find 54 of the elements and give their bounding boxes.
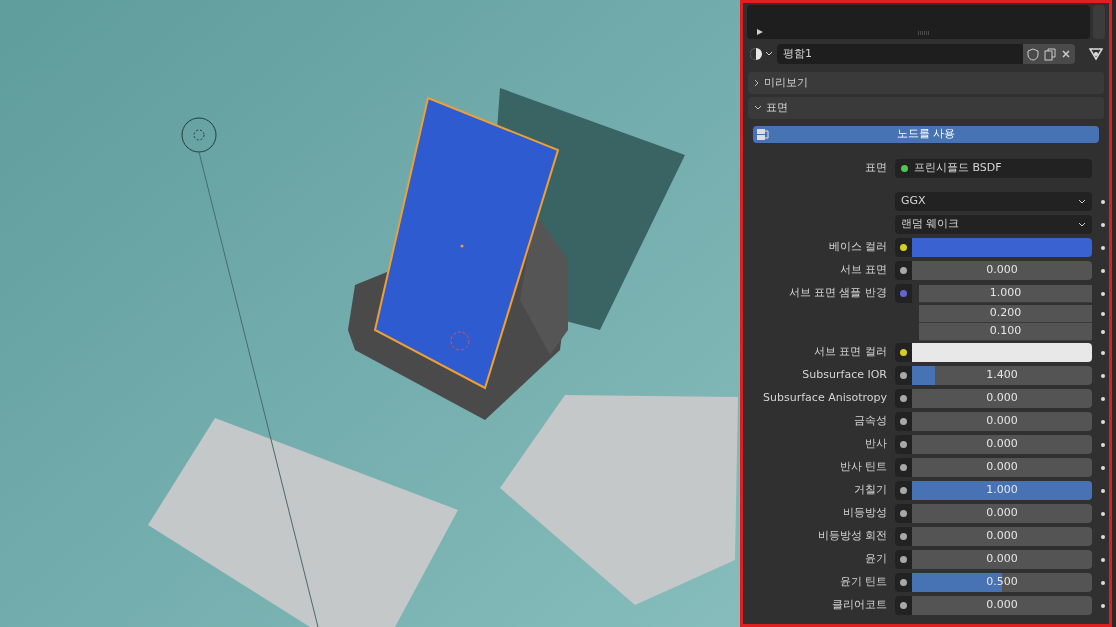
value-slider[interactable]: 0.000 [912,527,1092,546]
play-icon[interactable] [757,29,763,35]
section-header[interactable]: 미리보기 [748,72,1104,94]
chevron-down-icon [754,105,762,111]
property-label: 윤기 틴트 [838,574,887,591]
node-icon [756,128,770,141]
value-slider[interactable]: 0.000 [912,261,1092,280]
node-tree-icon[interactable] [1089,47,1103,61]
chevron-right-icon [754,79,760,87]
value-slider[interactable]: 1.000 [912,481,1092,500]
property-label: 거칠기 [853,482,887,499]
value-slider[interactable]: 0.000 [912,596,1092,615]
grip-icon[interactable] [918,31,930,35]
property-label: 반사 [864,436,887,453]
value-slider[interactable]: 0.000 [912,550,1092,569]
property-label: 표면 [864,160,887,177]
light-icon [181,117,217,153]
chevron-down-icon [1078,221,1086,228]
property-label: 베이스 컬러 [827,239,887,256]
color-swatch[interactable] [912,343,1092,362]
property-label: 서브 표면 [838,262,887,279]
property-label: 서브 표면 컬러 [813,344,887,361]
shader-field[interactable]: 프린시플드 BSDF [895,159,1092,178]
section-header[interactable]: 표면 [748,97,1104,119]
value-slider[interactable]: 0.000 [912,389,1092,408]
property-label: 비등방성 [842,505,887,522]
property-label: 클리어코트 [831,597,887,614]
property-label: 서브 표면 샘플 반경 [787,285,887,302]
use-nodes-button[interactable]: 노드를 사용 [753,126,1099,143]
dropdown[interactable]: GGX [895,192,1092,211]
material-name: 평함1 [783,45,812,62]
property-label: 윤기 [864,551,887,568]
close-icon[interactable] [1061,49,1071,59]
vector-field[interactable]: 0.100 [919,323,1092,341]
value-slider[interactable]: 0.000 [912,435,1092,454]
shield-icon[interactable] [1027,47,1039,61]
material-sphere-icon[interactable] [749,47,773,61]
chevron-down-icon [1078,198,1086,205]
vector-field[interactable]: 1.000 [919,284,1092,303]
color-swatch[interactable] [912,238,1092,257]
value-slider[interactable]: 0.000 [912,458,1092,477]
property-label: 비등방성 회전 [816,528,887,545]
value-slider[interactable]: 0.000 [912,504,1092,523]
property-label: Subsurface IOR [801,367,887,384]
property-label: 금속성 [853,413,887,430]
property-label: Subsurface Anisotropy [762,390,887,407]
copy-icon[interactable] [1044,47,1056,61]
material-name-field[interactable]: 평함1 [777,44,1023,64]
dropdown[interactable]: 랜덤 웨이크 [895,215,1092,234]
value-slider[interactable]: 0.000 [912,412,1092,431]
vector-field[interactable]: 0.200 [919,305,1092,323]
value-slider[interactable]: 0.500 [912,573,1092,592]
value-slider[interactable]: 1.400 [912,366,1092,385]
property-label: 반사 틴트 [838,459,887,476]
